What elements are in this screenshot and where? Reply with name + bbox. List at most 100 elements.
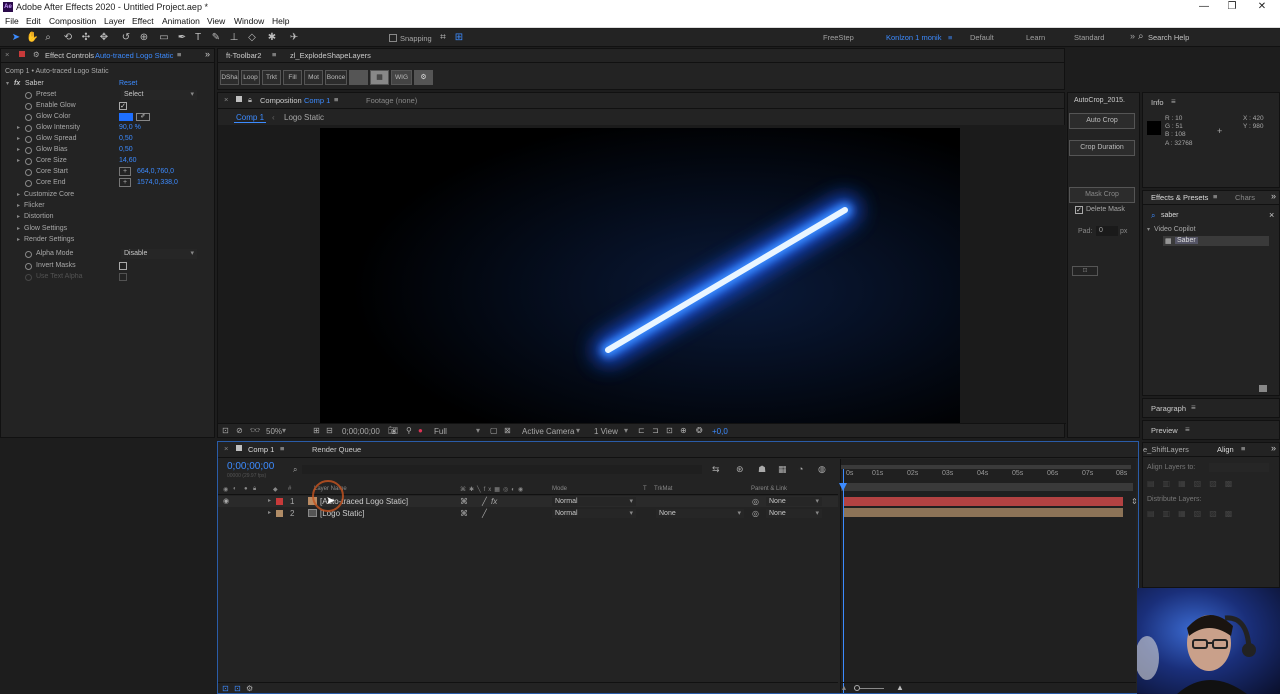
menu-composition[interactable]: Composition	[49, 16, 96, 26]
layer-row-1[interactable]: ◉ ▸ 1 [Auto-traced Logo Static] ⌘ ╱ fx N…	[218, 496, 838, 507]
menu-file[interactable]: File	[5, 16, 19, 26]
expand-triangle-icon[interactable]: ▸	[17, 191, 20, 198]
shy-icon[interactable]: ☗	[758, 464, 766, 475]
flowchart-icon[interactable]: ⊕	[680, 426, 687, 435]
shy-switch-icon[interactable]: ⌘	[460, 509, 468, 518]
view-layout-dropdown[interactable]: 1 View	[594, 427, 618, 436]
roto-brush-tool-icon[interactable]: ✱	[266, 32, 278, 44]
fx-switch-icon[interactable]: fx	[491, 497, 497, 506]
workspace-default[interactable]: Default	[970, 33, 994, 42]
render-queue-tab[interactable]: Render Queue	[312, 445, 361, 454]
mode-column[interactable]: Mode	[552, 486, 567, 492]
maximize-button[interactable]: ❐	[1222, 1, 1242, 13]
exposure-icon[interactable]: ❂	[696, 426, 703, 435]
trkmat-column[interactable]: TrkMat	[654, 486, 672, 492]
chars-tab[interactable]: Chars	[1235, 193, 1255, 202]
align-tab[interactable]: Align	[1217, 445, 1234, 454]
ft-toolbar-tab[interactable]: ft-Toolbar2	[226, 51, 261, 60]
t-column[interactable]: T	[643, 486, 647, 492]
preset-dropdown[interactable]: Select	[121, 90, 197, 100]
stopwatch-icon[interactable]	[25, 180, 32, 187]
expand-triangle-icon[interactable]: ▸	[17, 225, 20, 232]
core-start-value[interactable]: 664,0,760,0	[137, 168, 174, 175]
explode-shape-layers-tab[interactable]: zl_ExplodeShapeLayers	[290, 51, 371, 60]
grid-icon[interactable]: ⊟	[326, 426, 333, 435]
delete-mask-checkbox[interactable]: ✓	[1075, 206, 1083, 214]
paragraph-title[interactable]: Paragraph	[1151, 404, 1186, 413]
clone-stamp-tool-icon[interactable]: ⊥	[228, 32, 240, 44]
timeline-tab[interactable]: Comp 1	[248, 445, 274, 454]
effects-category[interactable]: Video Copilot	[1154, 226, 1196, 233]
core-end-value[interactable]: 1574,0,338,0	[137, 179, 178, 186]
graph-editor-icon[interactable]: ◍	[818, 464, 826, 475]
more-panels-icon[interactable]: »	[1271, 191, 1276, 201]
group-render-settings[interactable]: ▸ Render Settings	[1, 235, 211, 246]
parent-column[interactable]: Parent & Link	[751, 486, 787, 492]
more-panels-icon[interactable]: »	[1271, 443, 1276, 453]
expand-triangle-icon[interactable]: ▸	[17, 202, 20, 209]
puppet-pin-tool-icon[interactable]: ✈	[288, 32, 300, 44]
panel-menu-icon[interactable]: ≡	[272, 50, 276, 59]
close-panel-icon[interactable]: ×	[5, 50, 9, 59]
resolution-dropdown[interactable]: Full	[434, 427, 447, 436]
menu-layer[interactable]: Layer	[104, 16, 125, 26]
pixel-aspect-icon[interactable]: 👓︎	[250, 426, 260, 435]
ft-bonce-button[interactable]: Bonce	[325, 70, 347, 85]
audio-icon[interactable]: ◐	[233, 486, 237, 492]
breadcrumb-comp1[interactable]: Comp 1	[234, 113, 267, 123]
clear-search-icon[interactable]: ×	[1269, 210, 1274, 220]
toggle-pixel-icon[interactable]: ⊏	[638, 426, 645, 435]
group-customize-core[interactable]: ▸ Customize Core	[1, 190, 211, 201]
layer-row-2[interactable]: ▸ 2 [Logo Static] ⌘ ╱ Normal None ◎ None	[218, 508, 838, 519]
expand-triangle-icon[interactable]: ▸	[17, 124, 20, 131]
panel-menu-icon[interactable]: ≡	[334, 95, 338, 104]
invert-masks-checkbox[interactable]	[119, 262, 127, 270]
ft-fill-button[interactable]: Fill	[283, 70, 302, 85]
eyedropper-icon[interactable]: ✐	[136, 113, 150, 121]
pan-behind-tool-icon[interactable]: ✥	[98, 32, 110, 44]
workspace-learn[interactable]: Learn	[1026, 33, 1045, 42]
menu-help[interactable]: Help	[272, 16, 289, 26]
workspace-freestep[interactable]: FreeStep	[823, 33, 854, 42]
menu-view[interactable]: View	[207, 16, 225, 26]
eye-icon[interactable]: ◉	[223, 486, 228, 493]
zoom-level-dropdown[interactable]: 50%	[266, 427, 282, 436]
snap-feature-icon[interactable]: ⊞	[453, 32, 465, 44]
glow-color-swatch[interactable]	[119, 113, 133, 121]
camera-tool-icon[interactable]: ✣	[80, 32, 92, 44]
expand-triangle-icon[interactable]: ▾	[6, 80, 9, 87]
transparency-grid-icon[interactable]: ⊠	[504, 426, 511, 435]
stopwatch-icon[interactable]	[25, 125, 32, 132]
pad-input[interactable]: 0	[1096, 226, 1118, 236]
stopwatch-icon[interactable]	[25, 263, 32, 270]
close-panel-icon[interactable]: ×	[224, 444, 228, 453]
visibility-eye-icon[interactable]: ◉	[223, 497, 229, 505]
crosshair-icon[interactable]: +	[119, 167, 131, 176]
modes-toggle-icon[interactable]: ⊡	[234, 684, 241, 693]
solo-icon[interactable]: ●	[244, 486, 248, 492]
panel-menu-icon[interactable]: ≡	[1213, 192, 1217, 201]
eraser-tool-icon[interactable]: ◇	[246, 32, 258, 44]
panel-menu-icon[interactable]: ≡	[280, 444, 284, 453]
current-time-display[interactable]: 0;00;00;00	[342, 427, 380, 436]
panel-menu-icon[interactable]: ≡	[177, 50, 181, 59]
expand-triangle-icon[interactable]: ▸	[268, 509, 271, 516]
stopwatch-icon[interactable]	[25, 92, 32, 99]
layer-switches-toggle-icon[interactable]: ⊡	[222, 684, 229, 693]
preview-title[interactable]: Preview	[1151, 426, 1178, 435]
glow-intensity-value[interactable]: 90,0 %	[119, 124, 141, 131]
frame-blending-icon[interactable]: ▦	[778, 464, 787, 475]
group-distortion[interactable]: ▸ Distortion	[1, 212, 211, 223]
more-panels-icon[interactable]: »	[205, 49, 210, 59]
alpha-mode-dropdown[interactable]: Disable	[121, 249, 197, 259]
mask-crop-button[interactable]: Mask Crop	[1069, 187, 1135, 203]
zoom-in-icon[interactable]: ▲	[896, 683, 904, 692]
glow-bias-value[interactable]: 0,50	[119, 146, 133, 153]
menu-animation[interactable]: Animation	[162, 16, 200, 26]
expand-triangle-icon[interactable]: ▸	[17, 213, 20, 220]
shift-layers-tab[interactable]: e_ShiftLayers	[1143, 445, 1189, 454]
draft-3d-icon[interactable]: ⊛	[736, 464, 744, 475]
ft-wig-button[interactable]: WIG	[391, 70, 412, 85]
camera-dropdown[interactable]: Active Camera	[522, 427, 574, 436]
layer-bar-1[interactable]	[843, 497, 1123, 506]
